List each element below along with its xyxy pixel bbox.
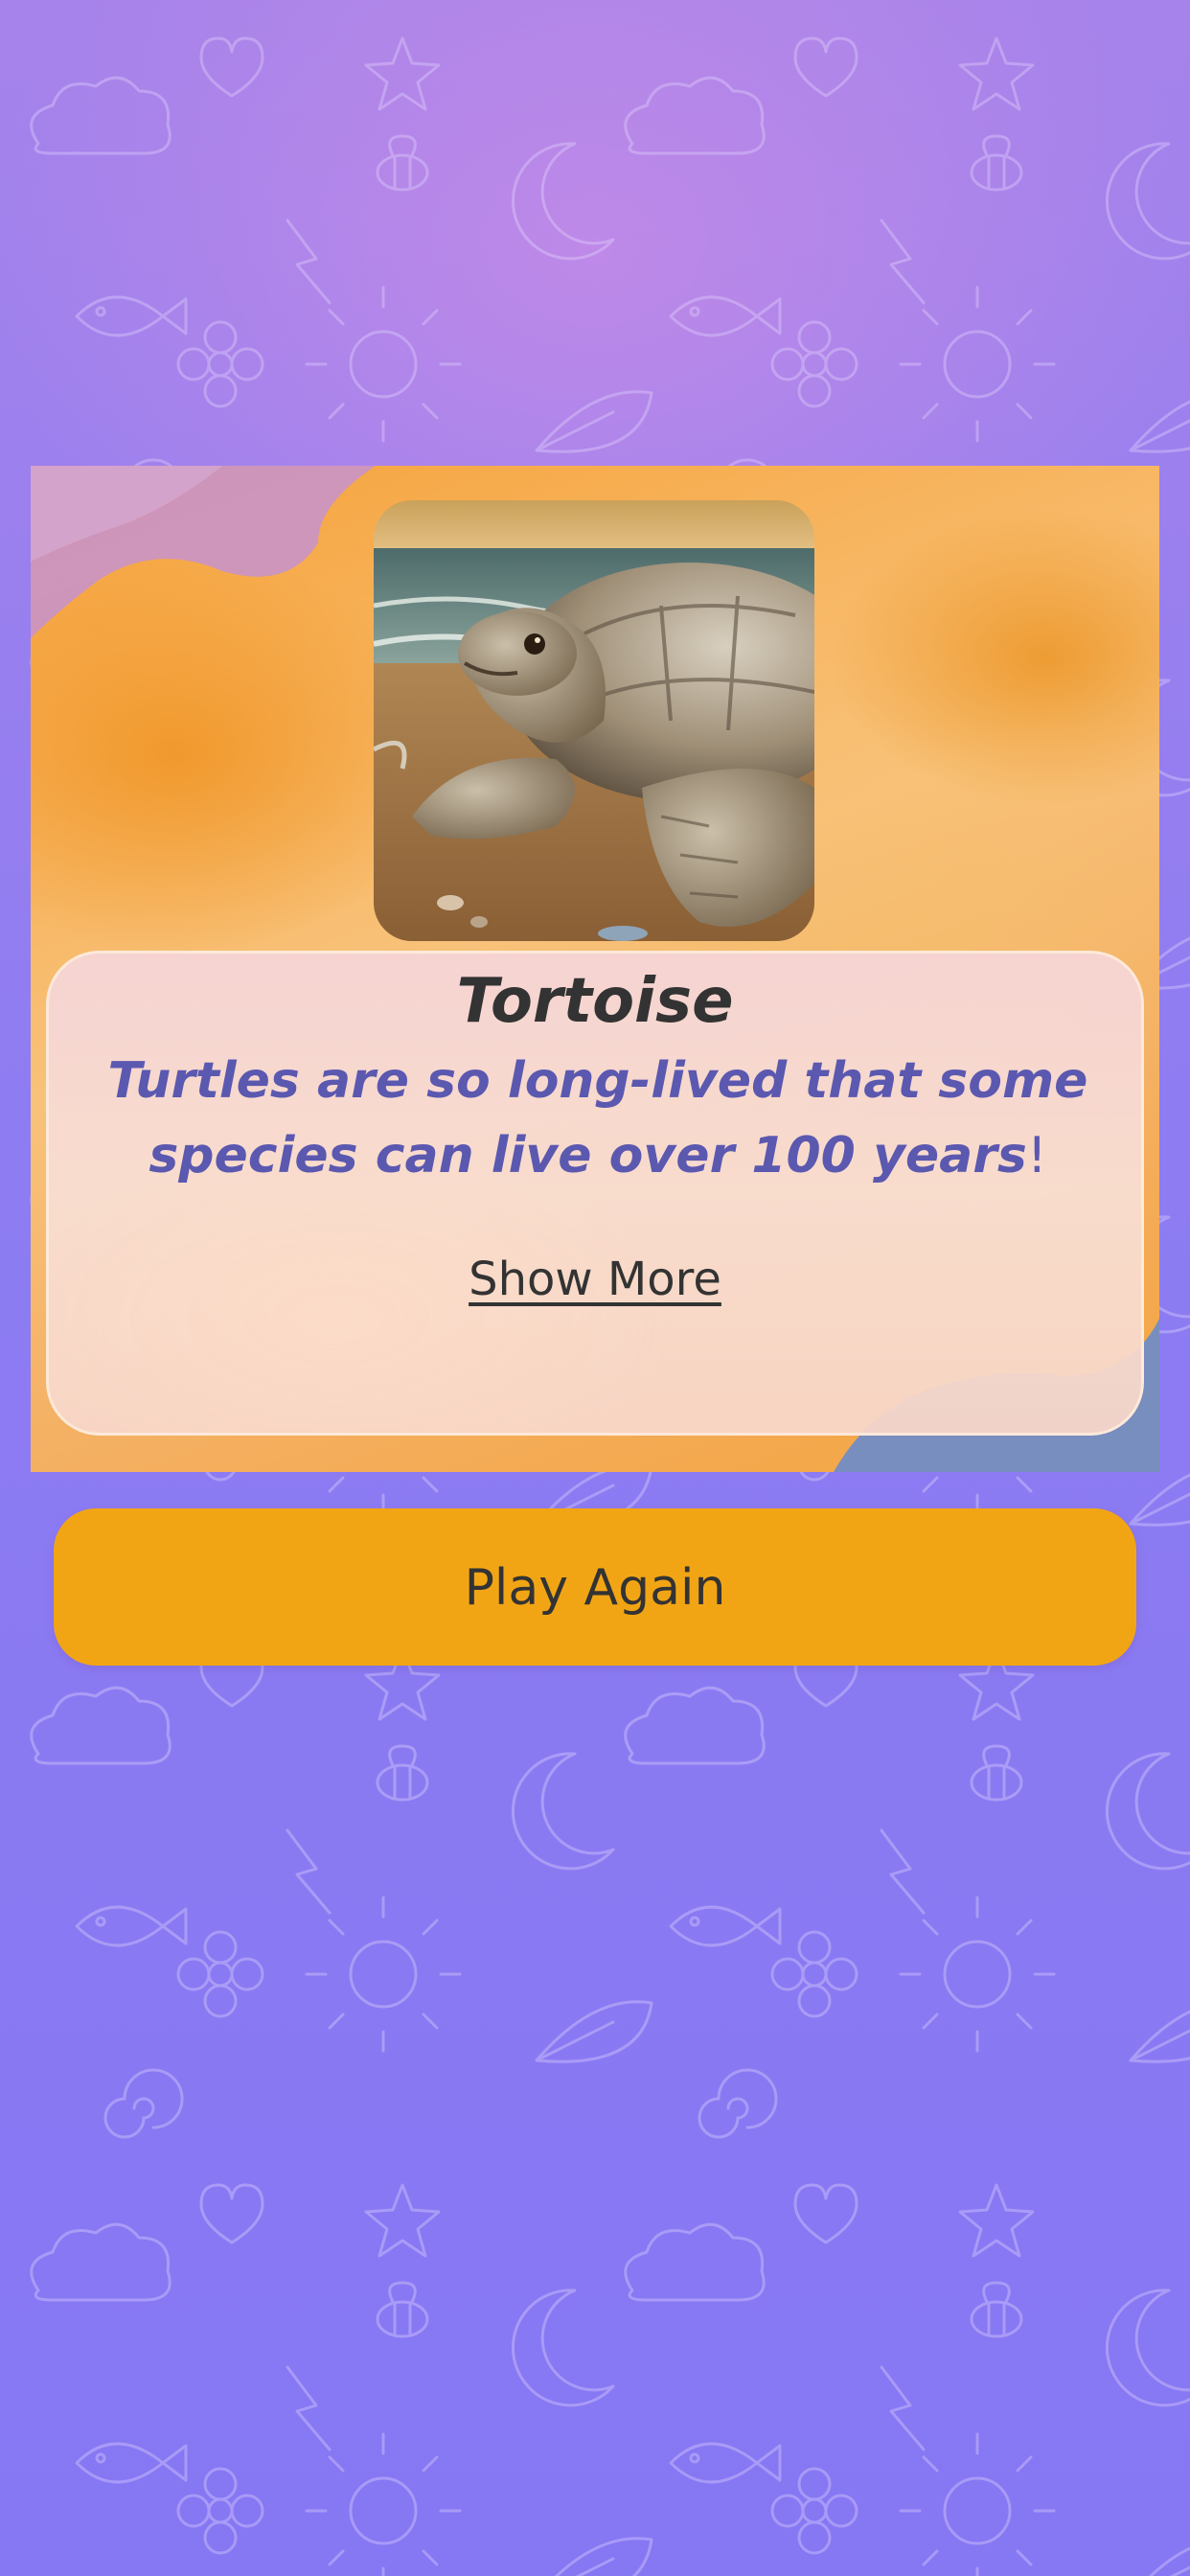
decorative-blob <box>31 466 376 638</box>
animal-photo <box>374 500 814 941</box>
fun-fact-punctuation: ! <box>1026 1127 1047 1184</box>
show-more-link[interactable]: Show More <box>49 1251 1141 1308</box>
result-card: Tortoise Turtles are so long-lived that … <box>31 466 1159 1472</box>
fun-fact-body: Turtles are so long-lived that some spec… <box>107 1052 1088 1184</box>
play-again-button[interactable]: Play Again <box>54 1508 1136 1666</box>
animal-name: Tortoise <box>456 966 734 1037</box>
fact-panel: Tortoise Turtles are so long-lived that … <box>46 951 1144 1436</box>
fun-fact-text: Turtles are so long-lived that some spec… <box>106 1044 1089 1193</box>
